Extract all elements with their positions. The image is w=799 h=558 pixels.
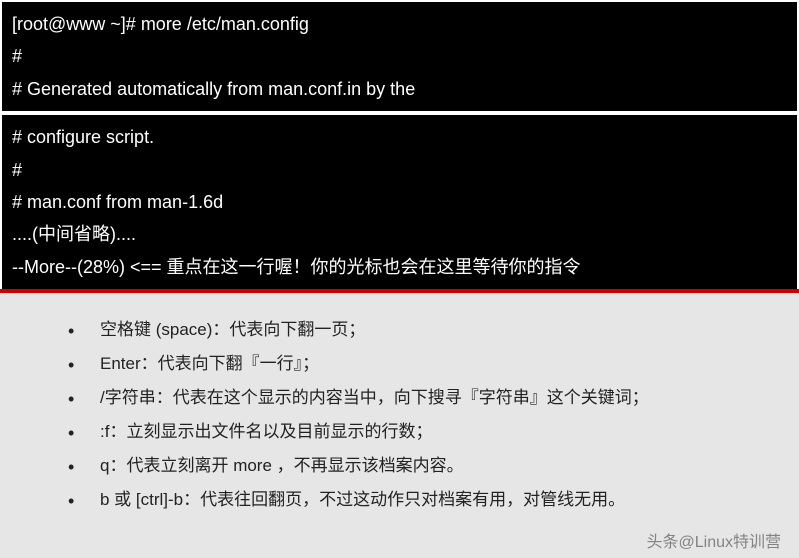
list-item: :f ：立刻显示出文件名以及目前显示的行数； [60, 415, 769, 449]
terminal-more-prompt: --More--(28%) <== 重点在这一行喔！你的光标也会在这里等待你的指… [12, 251, 787, 283]
terminal-line: # configure script. [12, 121, 787, 153]
key-label: /字符串 [100, 381, 156, 415]
terminal-bottom-block: # configure script. # # man.conf from ma… [0, 113, 799, 289]
key-desc: ：代表立刻离开 more ，不再显示该档案内容。 [109, 456, 463, 475]
key-label: 空格键 (space) [100, 313, 212, 347]
terminal-line: ....(中间省略).... [12, 218, 787, 250]
key-label: Enter [100, 347, 141, 381]
terminal-line: # [12, 154, 787, 186]
terminal-line: # [12, 40, 787, 72]
list-item: /字符串 ：代表在这个显示的内容当中，向下搜寻『字符串』这个关键词； [60, 381, 769, 415]
terminal-line: # man.conf from man-1.6d [12, 186, 787, 218]
key-label: b 或 [ctrl]-b [100, 483, 183, 517]
key-description-list: 空格键 (space)：代表向下翻一页； Enter ：代表向下翻『一行』； /… [0, 293, 799, 537]
list-item: 空格键 (space)：代表向下翻一页； [60, 313, 769, 347]
list-item: q ：代表立刻离开 more ，不再显示该档案内容。 [60, 449, 769, 483]
terminal-top-block: [root@www ~]# more /etc/man.config # # G… [0, 0, 799, 113]
list-item: b 或 [ctrl]-b ：代表往回翻页，不过这动作只对档案有用，对管线无用。 [60, 483, 769, 517]
terminal-line: # Generated automatically from man.conf.… [12, 73, 787, 105]
key-desc: ：代表向下翻『一行』； [141, 354, 320, 373]
key-desc: ：代表往回翻页，不过这动作只对档案有用，对管线无用。 [183, 490, 625, 509]
key-desc: ：代表在这个显示的内容当中，向下搜寻『字符串』这个关键词； [156, 388, 649, 407]
terminal-line: [root@www ~]# more /etc/man.config [12, 8, 787, 40]
list-item: Enter ：代表向下翻『一行』； [60, 347, 769, 381]
key-desc: ：立刻显示出文件名以及目前显示的行数； [109, 422, 432, 441]
key-desc: ：代表向下翻一页； [212, 320, 365, 339]
